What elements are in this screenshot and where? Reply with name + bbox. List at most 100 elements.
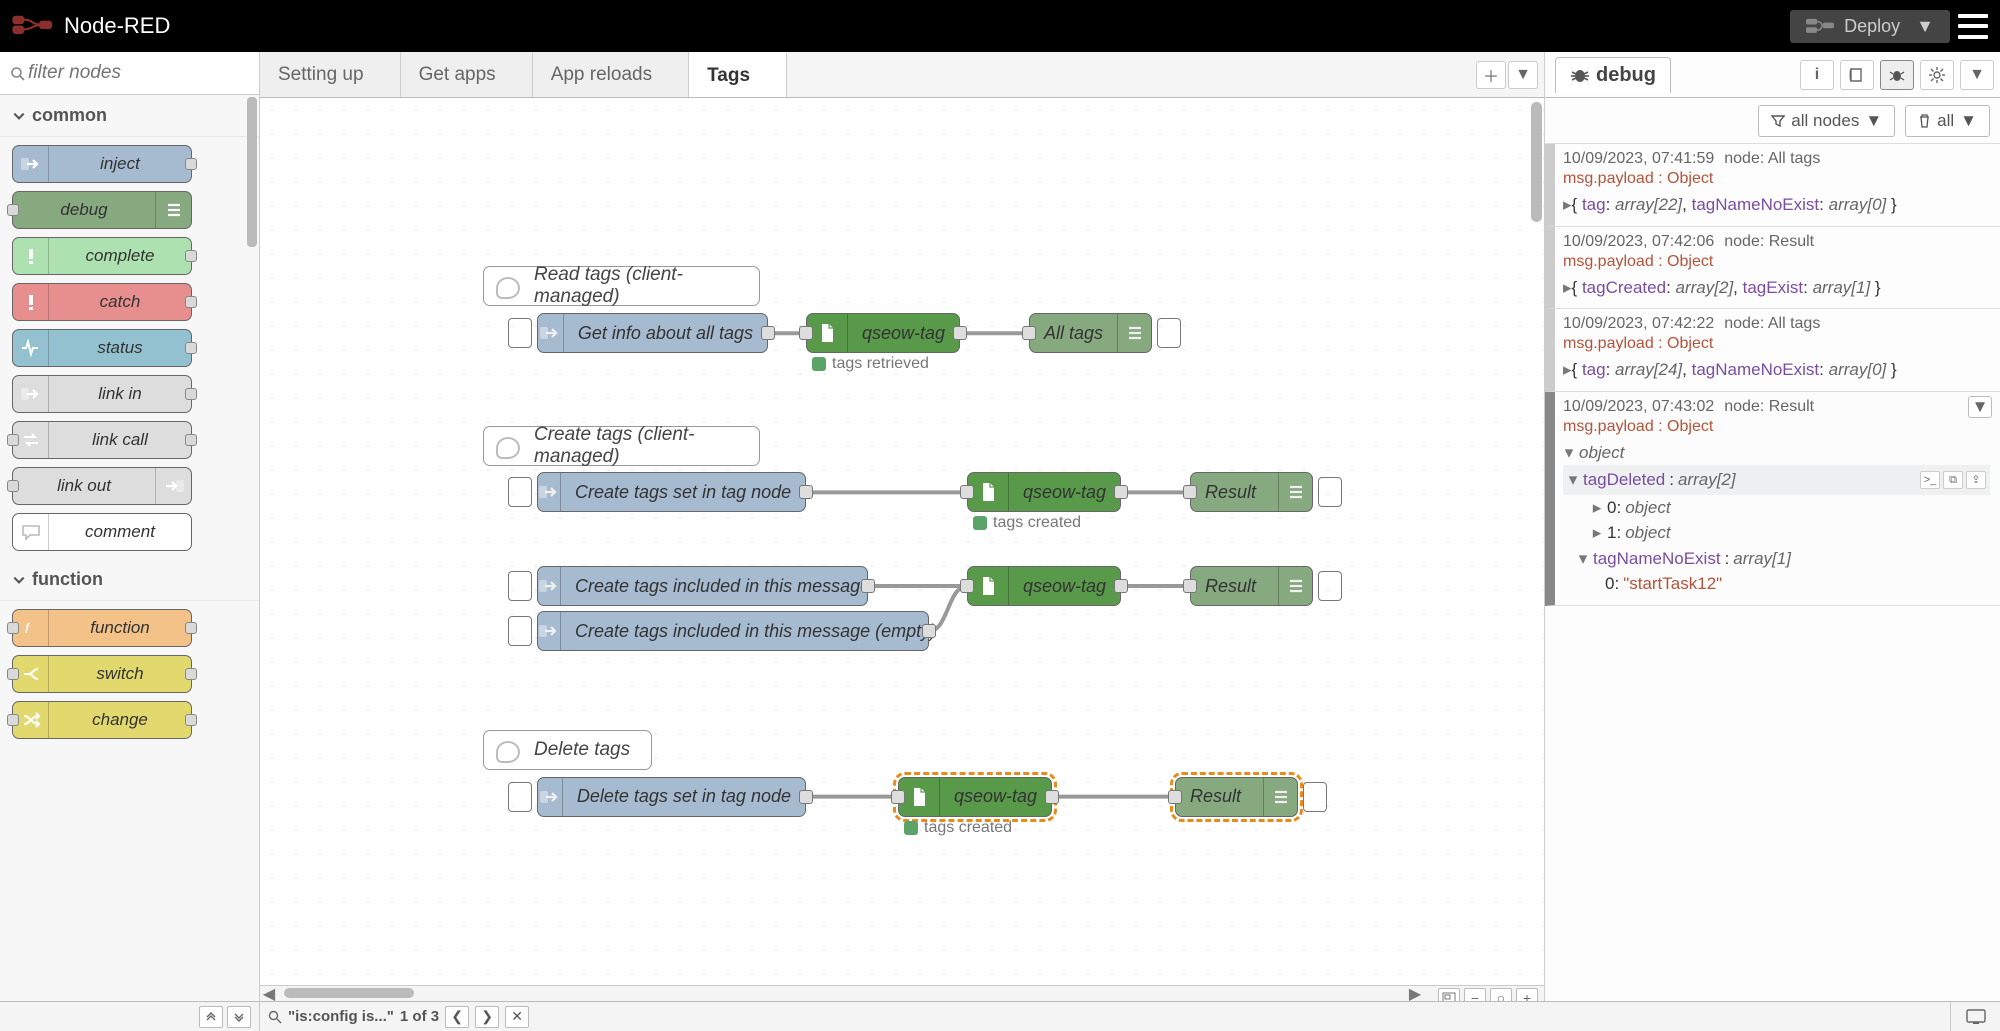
flow-node-label: qseow-tag (940, 786, 1051, 807)
palette-node[interactable]: link in (12, 375, 192, 413)
palette-node[interactable]: change (12, 701, 192, 739)
sidebar-info-button[interactable]: i (1800, 60, 1834, 90)
palette-category-header[interactable]: common (0, 95, 259, 137)
palette-node[interactable]: switch (12, 655, 192, 693)
sidebar-config-button[interactable] (1920, 60, 1954, 90)
zoom-out-button[interactable]: − (1464, 988, 1486, 1001)
palette-node[interactable]: link call (12, 421, 192, 459)
bars-icon (1278, 473, 1312, 511)
inject-trigger-button[interactable] (508, 782, 532, 812)
palette-node[interactable]: catch (12, 283, 192, 321)
palette-node[interactable]: link out (12, 467, 192, 505)
collapse-caret-icon[interactable]: ▾ (1577, 546, 1589, 572)
nodered-logo-icon (12, 14, 54, 38)
sidebar-help-button[interactable] (1840, 60, 1874, 90)
palette-collapse-bottom-button[interactable] (227, 1006, 251, 1028)
palette-filter-input[interactable] (6, 58, 253, 88)
flow-node-qseow[interactable]: qseow-tag (967, 566, 1121, 606)
copy-path-button[interactable]: >_ (1920, 471, 1940, 489)
flow-node-inject[interactable]: Create tags included in this message (em… (537, 611, 929, 651)
collapse-caret-icon[interactable]: ▾ (1563, 440, 1575, 466)
palette-node[interactable]: complete (12, 237, 192, 275)
debug-topic: msg.payload : Object (1563, 335, 1990, 353)
search-close-button[interactable]: ✕ (505, 1006, 529, 1028)
console-toggle-icon[interactable] (1965, 1009, 1987, 1025)
sidebar-debug-button[interactable] (1880, 60, 1914, 90)
copy-value-button[interactable]: ⧉ (1943, 471, 1963, 489)
debug-filter-button[interactable]: all nodes ▼ (1758, 105, 1895, 137)
palette-category-header[interactable]: function (0, 559, 259, 601)
palette-node[interactable]: ffunction (12, 609, 192, 647)
palette-node[interactable]: comment (12, 513, 192, 551)
canvas-scrollbar-v[interactable] (1531, 102, 1542, 222)
palette-node[interactable]: status (12, 329, 192, 367)
flow-node-qseow[interactable]: qseow-tag (898, 777, 1052, 817)
bang-icon (13, 238, 49, 274)
menu-button[interactable] (1958, 14, 1988, 39)
debug-message[interactable]: 10/09/2023, 07:43:02node: Resultmsg.payl… (1545, 392, 2000, 606)
pin-button[interactable]: ⇪ (1966, 471, 1986, 489)
sidebar-more-button[interactable]: ▼ (1960, 60, 1994, 90)
debug-toggle-button[interactable] (1318, 571, 1342, 601)
inject-trigger-button[interactable] (508, 477, 532, 507)
workspace-tab[interactable]: Tags (689, 52, 787, 97)
expand-caret-icon[interactable]: ▸ (1563, 195, 1572, 214)
search-prev-button[interactable]: ❮ (445, 1006, 469, 1028)
flow-node-inject[interactable]: Create tags set in tag node (537, 472, 806, 512)
deploy-button[interactable]: Deploy ▼ (1790, 10, 1950, 43)
flow-canvas[interactable]: Read tags (client-managed) Create tags (c… (260, 98, 1544, 1001)
debug-toggle-button[interactable] (1303, 782, 1327, 812)
palette-node[interactable]: inject (12, 145, 192, 183)
zoom-reset-button[interactable]: ○ (1490, 988, 1512, 1001)
debug-message[interactable]: 10/09/2023, 07:41:59node: All tagsmsg.pa… (1545, 144, 2000, 227)
workspace-tab[interactable]: Setting up (260, 52, 401, 97)
flow-node-result[interactable]: Result (1190, 566, 1313, 606)
collapse-caret-icon[interactable]: ▾ (1567, 467, 1579, 493)
comment-node[interactable]: Create tags (client-managed) (483, 426, 760, 466)
debug-toggle-button[interactable] (1157, 318, 1181, 348)
arrow-out-r-icon (155, 468, 191, 504)
workspace-tab[interactable]: App reloads (533, 52, 689, 97)
sidebar-tabs: debug i ▼ (1545, 52, 2000, 98)
debug-message[interactable]: 10/09/2023, 07:42:06node: Resultmsg.payl… (1545, 227, 2000, 310)
flow-node-result[interactable]: All tags (1029, 313, 1152, 353)
add-tab-button[interactable]: ＋ (1476, 61, 1506, 89)
expand-caret-icon[interactable]: ▸ (1563, 360, 1572, 379)
view-navigator-button[interactable] (1438, 988, 1460, 1001)
search-next-button[interactable]: ❯ (475, 1006, 499, 1028)
flow-node-qseow[interactable]: qseow-tag (806, 313, 960, 353)
expand-caret-icon[interactable]: ▸ (1591, 495, 1603, 521)
tab-menu-button[interactable]: ▼ (1508, 61, 1538, 89)
canvas-scrollbar-h[interactable] (284, 988, 414, 998)
debug-clear-button[interactable]: all ▼ (1905, 105, 1990, 137)
flow-node-inject[interactable]: Get info about all tags (537, 313, 768, 353)
comment-node[interactable]: Delete tags (483, 730, 652, 770)
flow-node-inject[interactable]: Create tags included in this message (537, 566, 868, 606)
main: common inject debug complete catch status link… (0, 52, 2000, 1001)
footer-mid: "is:config is..." 1 of 3 ❮ ❯ ✕ (260, 1006, 1950, 1028)
debug-toggle-button[interactable] (1318, 477, 1342, 507)
flow-node-result[interactable]: Result (1190, 472, 1313, 512)
zoom-in-button[interactable]: + (1516, 988, 1538, 1001)
flow-node-qseow[interactable]: qseow-tag (967, 472, 1121, 512)
sidebar-tab-debug[interactable]: debug (1555, 57, 1671, 93)
sidebar-toolbar: all nodes ▼ all ▼ (1545, 98, 2000, 144)
workspace-tab[interactable]: Get apps (401, 52, 533, 97)
palette-node-label: status (49, 338, 191, 358)
expand-caret-icon[interactable]: ▸ (1591, 520, 1603, 546)
debug-pin-button[interactable]: ▼ (1968, 396, 1992, 418)
inject-trigger-button[interactable] (508, 318, 532, 348)
inject-trigger-button[interactable] (508, 571, 532, 601)
svg-text:f: f (25, 620, 31, 636)
debug-source: node: Result (1724, 398, 1814, 416)
palette-scrollbar[interactable] (247, 97, 257, 247)
footer-search-value: "is:config is..." (288, 1008, 394, 1025)
comment-node[interactable]: Read tags (client-managed) (483, 266, 760, 306)
flow-node-result[interactable]: Result (1175, 777, 1298, 817)
expand-caret-icon[interactable]: ▸ (1563, 278, 1572, 297)
inject-trigger-button[interactable] (508, 616, 532, 646)
flow-node-inject[interactable]: Delete tags set in tag node (537, 777, 806, 817)
palette-collapse-top-button[interactable] (199, 1006, 223, 1028)
debug-message[interactable]: 10/09/2023, 07:42:22node: All tagsmsg.pa… (1545, 309, 2000, 392)
palette-node[interactable]: debug (12, 191, 192, 229)
